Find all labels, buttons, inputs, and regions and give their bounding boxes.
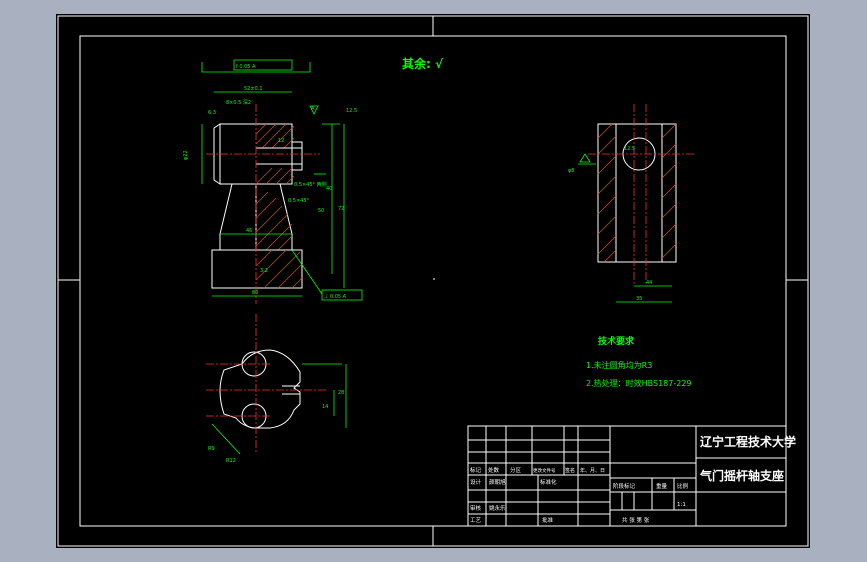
svg-text:颜朝旭: 颜朝旭: [489, 478, 506, 486]
svg-text:50: 50: [318, 208, 324, 214]
roughness-note: 其余: √: [402, 56, 444, 71]
svg-text:共 张 第 张: 共 张 第 张: [622, 516, 650, 524]
technical-requirements: 技术要求 1.未注圆角均为R3 2.热处理：时效HBS187-229: [586, 335, 692, 388]
svg-text:φ8: φ8: [568, 168, 574, 174]
svg-text:姚永乐: 姚永乐: [489, 504, 506, 512]
svg-text:签名: 签名: [565, 467, 575, 474]
svg-text:35: 35: [636, 296, 642, 302]
svg-text:12: 12: [278, 138, 284, 144]
svg-text:44: 44: [646, 280, 652, 286]
side-view: φ8 12.5 44 35: [568, 104, 696, 303]
part-name: 气门摇杆轴支座: [699, 468, 784, 483]
svg-text:工艺: 工艺: [470, 517, 482, 524]
svg-text:52±0.1: 52±0.1: [244, 86, 263, 92]
svg-text:⊥ 0.05 A: ⊥ 0.05 A: [324, 294, 347, 300]
svg-text:46: 46: [246, 228, 252, 234]
plan-view: 28 14 R9 R12: [206, 314, 347, 464]
svg-text:批准: 批准: [542, 516, 554, 524]
svg-text:φ22: φ22: [183, 150, 189, 160]
svg-text:R9: R9: [208, 446, 215, 452]
svg-text:3.2: 3.2: [260, 268, 268, 274]
school-name: 辽宁工程技术大学: [700, 434, 796, 449]
svg-text:处数: 处数: [488, 466, 500, 474]
svg-text:A: A: [311, 106, 315, 112]
svg-text:0.5×45° 两侧: 0.5×45° 两侧: [294, 181, 327, 188]
tech-req-title: 技术要求: [598, 335, 635, 347]
svg-text:f 0.05 A: f 0.05 A: [236, 64, 256, 70]
svg-text:设计: 设计: [470, 478, 482, 486]
tech-req-item-1: 1.未注圆角均为R3: [586, 360, 652, 370]
svg-text:R12: R12: [226, 458, 236, 464]
svg-text:12.5: 12.5: [346, 108, 357, 114]
svg-text:标记: 标记: [470, 466, 482, 474]
front-view: φ22 f 0.05 A 52±0.1 8×0.5 深2 0.5×45° 两侧 …: [183, 59, 363, 304]
svg-text:1:1: 1:1: [677, 502, 686, 508]
cad-drawing: 其余: √ φ22 f 0.05 A 52±0.1 8×0.5 深2 0.5×4…: [57, 15, 809, 547]
svg-text:14: 14: [322, 404, 328, 410]
svg-text:80: 80: [252, 290, 258, 296]
svg-text:72: 72: [338, 206, 344, 212]
svg-text:6.3: 6.3: [208, 110, 216, 116]
svg-text:0.5×45°: 0.5×45°: [288, 198, 310, 204]
svg-text:40: 40: [326, 186, 332, 192]
svg-text:12.5: 12.5: [624, 146, 635, 152]
svg-text:8×0.5 深2: 8×0.5 深2: [226, 99, 251, 106]
svg-text:更改文件号: 更改文件号: [533, 467, 556, 474]
svg-text:年、月、日: 年、月、日: [580, 467, 605, 474]
svg-text:重量: 重量: [656, 482, 668, 490]
svg-text:28: 28: [338, 390, 344, 396]
svg-text:标准化: 标准化: [540, 478, 557, 486]
tech-req-item-2: 2.热处理：时效HBS187-229: [586, 378, 692, 388]
drawing-frame: [79, 35, 787, 527]
title-block: 标记 处数 分区 更改文件号 签名 年、月、日 设计 颜朝旭 标准化 审核 姚永…: [467, 425, 796, 527]
svg-text:审核: 审核: [470, 504, 482, 512]
svg-text:分区: 分区: [510, 466, 522, 474]
svg-text:阶段标记: 阶段标记: [613, 482, 636, 490]
svg-text:比例: 比例: [677, 482, 689, 490]
drawing-viewport[interactable]: 其余: √ φ22 f 0.05 A 52±0.1 8×0.5 深2 0.5×4…: [56, 14, 810, 548]
